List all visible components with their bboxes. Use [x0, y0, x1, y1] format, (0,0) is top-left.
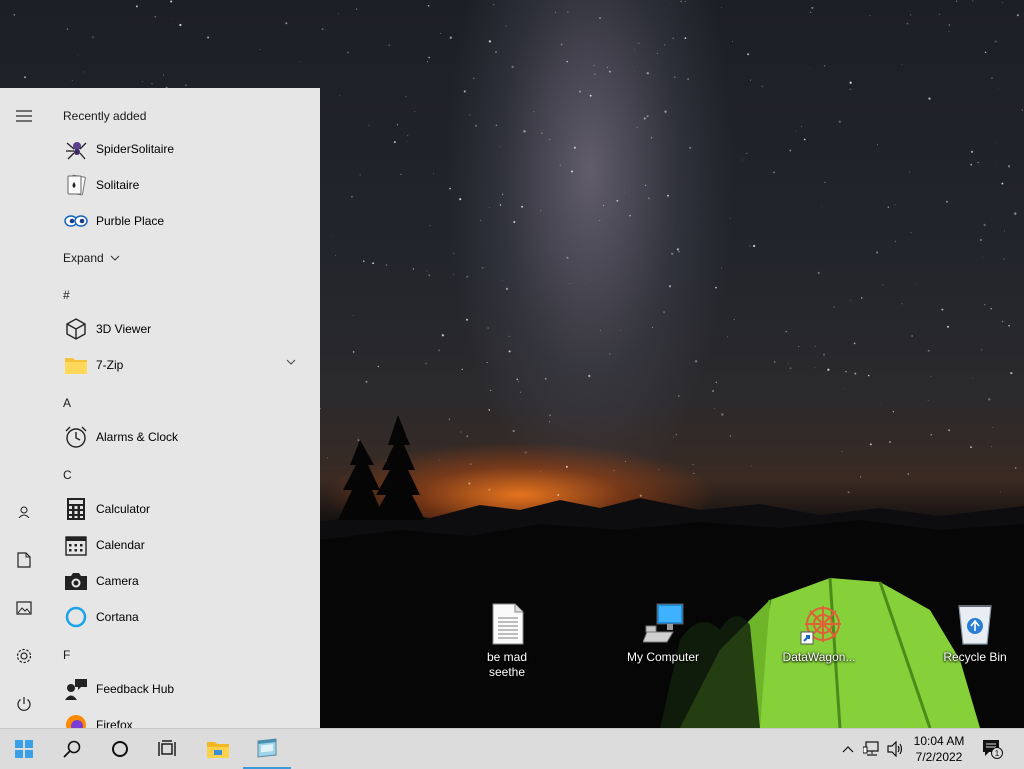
task-view-button[interactable] [144, 729, 192, 769]
calendar-icon [63, 532, 89, 558]
camera-icon [63, 568, 89, 594]
clock[interactable]: 10:04 AM 7/2/2022 [900, 733, 978, 765]
section-letter-a[interactable]: A [63, 396, 71, 410]
desktop-icon-label: DataWagon... [782, 650, 856, 664]
notification-count: 1 [995, 749, 1000, 758]
desktop-icon-label: My Computer [626, 650, 700, 664]
app-label: Calculator [96, 502, 151, 516]
pictures-icon[interactable] [0, 588, 48, 628]
text-document-icon [487, 602, 527, 646]
chevron-down-icon [110, 255, 120, 261]
app-solitaire[interactable]: Solitaire [48, 167, 310, 203]
app-feedback-hub[interactable]: Feedback Hub [48, 671, 310, 707]
expand-label: Expand [63, 251, 104, 265]
app-3d-viewer[interactable]: 3D Viewer [48, 311, 310, 347]
recently-added-header: Recently added [63, 109, 147, 123]
app-label: SpiderSolitaire [96, 142, 175, 156]
alarm-clock-icon [63, 424, 89, 450]
notifications-icon: 1 [983, 740, 1003, 759]
network-icon [863, 741, 879, 756]
start-menu-rail [0, 88, 48, 728]
taskbar-app-button[interactable] [243, 729, 291, 769]
action-center-button[interactable]: 1 [982, 739, 1004, 759]
my-computer-icon [642, 602, 684, 646]
spider-icon [63, 136, 89, 162]
app-label: Camera [96, 574, 139, 588]
feedback-hub-icon [63, 676, 89, 702]
app-7zip-folder[interactable]: 7-Zip [48, 347, 310, 383]
app-label: Calendar [96, 538, 145, 552]
datawagon-icon [799, 602, 841, 646]
desktop-my-computer[interactable]: My Computer [618, 602, 708, 665]
settings-gear-icon[interactable] [0, 636, 48, 676]
app-label: Feedback Hub [96, 682, 175, 696]
section-letter-c[interactable]: C [63, 468, 72, 482]
file-explorer-button[interactable] [194, 729, 242, 769]
desktop-icon-label: be mad seethe [486, 650, 528, 679]
clock-time: 10:04 AM [913, 734, 965, 748]
app-label: Cortana [96, 610, 139, 624]
app-camera[interactable]: Camera [48, 563, 310, 599]
app-cortana[interactable]: Cortana [48, 599, 310, 635]
expand-button[interactable]: Expand [63, 251, 120, 265]
app-spidersolitaire[interactable]: SpiderSolitaire [48, 131, 310, 167]
show-hidden-icons-button[interactable] [838, 739, 858, 759]
app-label: Solitaire [96, 178, 140, 192]
recycle-bin-icon [955, 602, 995, 646]
app-label: 7-Zip [96, 358, 124, 372]
desktop-recycle-bin[interactable]: Recycle Bin [930, 602, 1020, 665]
desktop-icon-label: Recycle Bin [943, 650, 1007, 664]
app-firefox[interactable]: Firefox [48, 707, 310, 728]
desktop-datawagon[interactable]: DataWagon... [774, 602, 864, 665]
app-calculator[interactable]: Calculator [48, 491, 310, 527]
network-button[interactable] [862, 739, 882, 759]
documents-icon[interactable] [0, 540, 48, 580]
cortana-circle-icon [112, 741, 128, 757]
folder-icon [63, 352, 89, 378]
firefox-icon [63, 712, 89, 728]
start-windows-icon [15, 740, 33, 758]
app-label: Purble Place [96, 214, 165, 228]
purble-eyes-icon [63, 208, 89, 234]
cube-3d-icon [63, 316, 89, 342]
app-alarms-clock[interactable]: Alarms & Clock [48, 419, 310, 455]
chevron-up-icon [842, 746, 854, 753]
cortana-ring-icon [63, 604, 89, 630]
app-window-icon [257, 738, 277, 758]
app-calendar[interactable]: Calendar [48, 527, 310, 563]
power-icon[interactable] [0, 684, 48, 724]
clock-date: 7/2/2022 [915, 750, 963, 764]
start-menu: Recently added SpiderSolitaire Solitaire… [0, 88, 320, 728]
app-list[interactable]: Recently added SpiderSolitaire Solitaire… [48, 88, 320, 728]
search-button[interactable] [48, 729, 96, 769]
chevron-down-icon[interactable] [286, 359, 296, 365]
calculator-icon [63, 496, 89, 522]
app-purble-place[interactable]: Purble Place [48, 203, 310, 239]
cortana-button[interactable] [96, 729, 144, 769]
task-view-icon [158, 740, 176, 756]
section-letter-f[interactable]: F [63, 648, 70, 662]
search-icon [63, 740, 81, 758]
desktop-file-be-mad-seethe[interactable]: be mad seethe [462, 602, 552, 680]
taskbar: 10:04 AM 7/2/2022 1 [0, 728, 1024, 769]
user-icon[interactable] [0, 492, 48, 532]
section-letter-hash[interactable]: # [63, 288, 70, 302]
file-explorer-icon [207, 742, 229, 758]
hamburger-menu-icon[interactable] [0, 96, 48, 136]
app-label: 3D Viewer [96, 322, 152, 336]
app-label: Alarms & Clock [96, 430, 179, 444]
start-button[interactable] [0, 729, 48, 769]
playing-cards-icon [63, 172, 89, 198]
app-label: Firefox [96, 718, 133, 728]
